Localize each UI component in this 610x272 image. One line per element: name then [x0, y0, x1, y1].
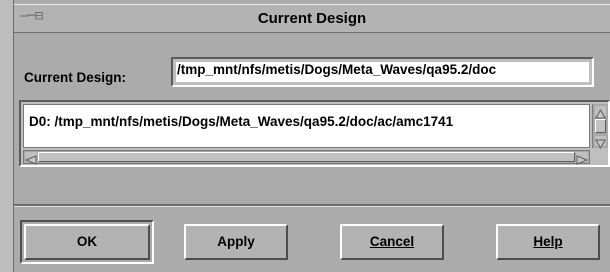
button-area-divider — [14, 204, 610, 207]
triangle-left-icon — [24, 155, 37, 165]
title-bar[interactable]: ‒─⊟ Current Design — [14, 4, 610, 33]
current-design-label: Current Design: — [24, 70, 127, 85]
scroll-down-button[interactable] — [595, 136, 606, 150]
apply-button[interactable]: Apply — [184, 224, 288, 260]
vertical-scroll-thumb[interactable] — [595, 119, 606, 133]
design-list-area[interactable]: D0: /tmp_mnt/nfs/metis/Dogs/Meta_Waves/q… — [23, 104, 590, 148]
horizontal-scrollbar[interactable] — [23, 150, 590, 165]
help-button[interactable]: Help — [496, 224, 600, 260]
window-frame-left — [0, 0, 14, 272]
design-list[interactable]: D0: /tmp_mnt/nfs/metis/Dogs/Meta_Waves/q… — [19, 100, 610, 167]
vertical-scrollbar[interactable] — [592, 104, 608, 150]
ok-button[interactable]: OK — [24, 224, 150, 260]
scroll-left-button[interactable] — [24, 152, 37, 165]
current-design-dialog: ‒─⊟ Current Design Current Design: /tmp_… — [0, 0, 610, 272]
triangle-up-icon — [595, 108, 606, 119]
triangle-right-icon — [576, 155, 589, 165]
horizontal-scroll-thumb[interactable] — [38, 152, 575, 162]
current-design-value[interactable]: /tmp_mnt/nfs/metis/Dogs/Meta_Waves/qa95.… — [177, 62, 496, 77]
scroll-right-button[interactable] — [576, 152, 589, 165]
cancel-button[interactable]: Cancel — [340, 224, 444, 260]
scroll-up-button[interactable] — [595, 106, 606, 119]
window-title: Current Design — [257, 10, 367, 27]
triangle-down-icon — [595, 139, 606, 150]
current-design-field[interactable]: /tmp_mnt/nfs/metis/Dogs/Meta_Waves/qa95.… — [171, 57, 594, 87]
list-item[interactable]: D0: /tmp_mnt/nfs/metis/Dogs/Meta_Waves/q… — [29, 114, 453, 129]
